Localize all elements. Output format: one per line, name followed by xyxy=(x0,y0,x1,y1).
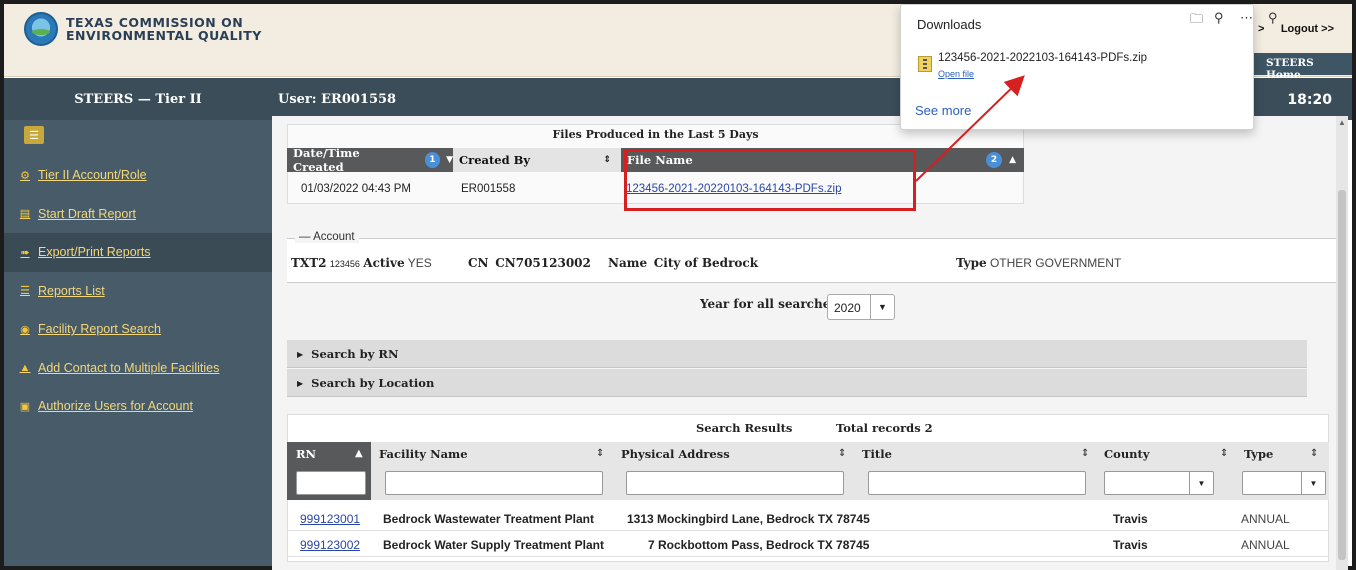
chevron-down-icon: ▼ xyxy=(1189,472,1213,494)
account-type: OTHER GOVERNMENT xyxy=(989,256,1122,270)
cn-number: CN705123002 xyxy=(495,256,591,270)
col-physical-address[interactable]: Physical Address xyxy=(621,447,730,461)
pin-icon[interactable]: ⚲ xyxy=(1268,10,1278,26)
current-user: User: ER001558 xyxy=(278,92,397,107)
binoculars-icon: ◉ xyxy=(20,323,30,336)
sidebar-item-add-contact[interactable]: ▲ Add Contact to Multiple Facilities xyxy=(4,349,272,388)
file-created-by: ER001558 xyxy=(461,183,516,195)
sort-asc-icon: ▲ xyxy=(1009,155,1016,165)
gear-icon: ⚙ xyxy=(20,169,30,182)
facility-filter-input[interactable] xyxy=(385,471,603,495)
hamburger-icon: ☰ xyxy=(29,129,39,142)
lock-icon: ▣ xyxy=(19,400,31,413)
sidebar-item-reports-list[interactable]: ☰ Reports List xyxy=(4,272,272,311)
results-total: Total records 2 xyxy=(836,421,933,435)
county-filter-select[interactable]: ▼ xyxy=(1104,471,1214,495)
chevron-down-icon: ▼ xyxy=(870,295,894,319)
sort-both-icon[interactable]: ⇕ xyxy=(1220,448,1228,459)
sort-desc-icon: ▼ xyxy=(446,155,453,165)
sidebar-item-authorize-users[interactable]: ▣ Authorize Users for Account xyxy=(4,387,272,426)
address-filter-input[interactable] xyxy=(626,471,844,495)
year-select[interactable]: 2020 ▼ xyxy=(827,294,895,320)
agency-logo[interactable]: TEXAS COMMISSION ON ENVIRONMENTAL QUALIT… xyxy=(24,12,262,46)
rn-link[interactable]: 999123002 xyxy=(300,538,360,552)
file-created-time: 01/03/2022 04:43 PM xyxy=(301,183,411,195)
col-title[interactable]: Title xyxy=(862,447,892,461)
search-by-location-toggle[interactable]: ▶ Search by Location xyxy=(287,369,1307,397)
caret-right-icon: ▶ xyxy=(297,377,304,388)
session-clock: 18:20 xyxy=(1287,92,1332,108)
list-icon: ☰ xyxy=(20,285,30,298)
account-name: City of Bedrock xyxy=(653,256,759,270)
account-summary: TXT2 123456 Active YES CN CN705123002 Na… xyxy=(287,238,1336,283)
type-filter-select[interactable]: ▼ xyxy=(1242,471,1326,495)
table-row: 999123002 Bedrock Water Supply Treatment… xyxy=(287,531,1329,557)
header-nav-link[interactable]: > xyxy=(1258,23,1264,35)
sort-asc-icon: ▲ xyxy=(355,448,363,459)
account-txt-id: 123456 xyxy=(329,259,360,269)
col-county[interactable]: County xyxy=(1104,447,1150,461)
col-created-by[interactable]: Created By ⇕ xyxy=(453,148,621,172)
sidebar-item-export-print[interactable]: ➠ Export/Print Reports xyxy=(4,233,272,272)
scroll-up-icon[interactable]: ▲ xyxy=(1338,118,1346,127)
rn-link[interactable]: 999123001 xyxy=(300,512,360,526)
year-label: Year for all searches xyxy=(700,297,838,311)
downloads-title: Downloads xyxy=(917,17,982,32)
col-date-created[interactable]: Date/Time Created 1 ▼ xyxy=(287,146,453,174)
sort-both-icon[interactable]: ⇕ xyxy=(1081,448,1089,459)
export-icon: ➠ xyxy=(20,246,30,259)
account-legend[interactable]: — Account xyxy=(295,231,359,243)
sort-both-icon[interactable]: ⇕ xyxy=(838,448,846,459)
table-row: 999123001 Bedrock Wastewater Treatment P… xyxy=(287,505,1329,531)
sort-both-icon[interactable]: ⇕ xyxy=(1310,448,1318,459)
download-file-name[interactable]: 123456-2021-2022103-164143-PDFs.zip xyxy=(938,52,1147,64)
chevron-down-icon: ▼ xyxy=(1301,472,1325,494)
agency-name: TEXAS COMMISSION ON ENVIRONMENTAL QUALIT… xyxy=(66,15,262,43)
search-by-rn-toggle[interactable]: ▶ Search by RN xyxy=(287,340,1307,368)
title-filter-input[interactable] xyxy=(868,471,1086,495)
highlight-box xyxy=(624,149,916,211)
sidebar-item-account-role[interactable]: ⚙ Tier II Account/Role xyxy=(4,156,272,195)
folder-icon[interactable]: 🗀 xyxy=(1190,10,1203,32)
sidebar-item-facility-search[interactable]: ◉ Facility Report Search xyxy=(4,310,272,349)
caret-right-icon: ▶ xyxy=(297,348,304,359)
tceq-globe-icon xyxy=(24,12,58,46)
sort-both-icon[interactable]: ⇕ xyxy=(596,448,604,459)
results-title: Search Results xyxy=(696,421,793,435)
id-card-icon: ▤ xyxy=(19,208,31,221)
sidebar-title: STEERS — Tier II xyxy=(4,78,272,120)
see-more-link[interactable]: See more xyxy=(915,103,971,118)
sort-both-icon: ⇕ xyxy=(603,155,611,165)
sidebar-item-start-draft[interactable]: ▤ Start Draft Report xyxy=(4,195,272,234)
person-icon: ▲ xyxy=(19,361,31,374)
search-icon[interactable]: ⚲ xyxy=(1214,10,1224,26)
menu-toggle-button[interactable]: ☰ xyxy=(24,126,44,144)
sort-order-badge: 2 xyxy=(986,152,1002,168)
col-type[interactable]: Type xyxy=(1244,447,1273,461)
sort-order-badge: 1 xyxy=(424,152,441,168)
rn-filter-input[interactable] xyxy=(296,471,366,495)
logout-link[interactable]: Logout >> xyxy=(1281,23,1334,35)
zip-file-icon xyxy=(918,56,932,72)
sidebar: STEERS — Tier II ☰ ⚙ Tier II Account/Role… xyxy=(4,78,272,566)
more-icon[interactable]: ⋯ xyxy=(1240,10,1253,26)
col-facility-name[interactable]: Facility Name xyxy=(379,447,468,461)
steers-home-link[interactable]: STEERS Home xyxy=(1252,53,1352,81)
scroll-thumb[interactable] xyxy=(1338,190,1346,560)
open-file-link[interactable]: Open file xyxy=(938,69,974,79)
